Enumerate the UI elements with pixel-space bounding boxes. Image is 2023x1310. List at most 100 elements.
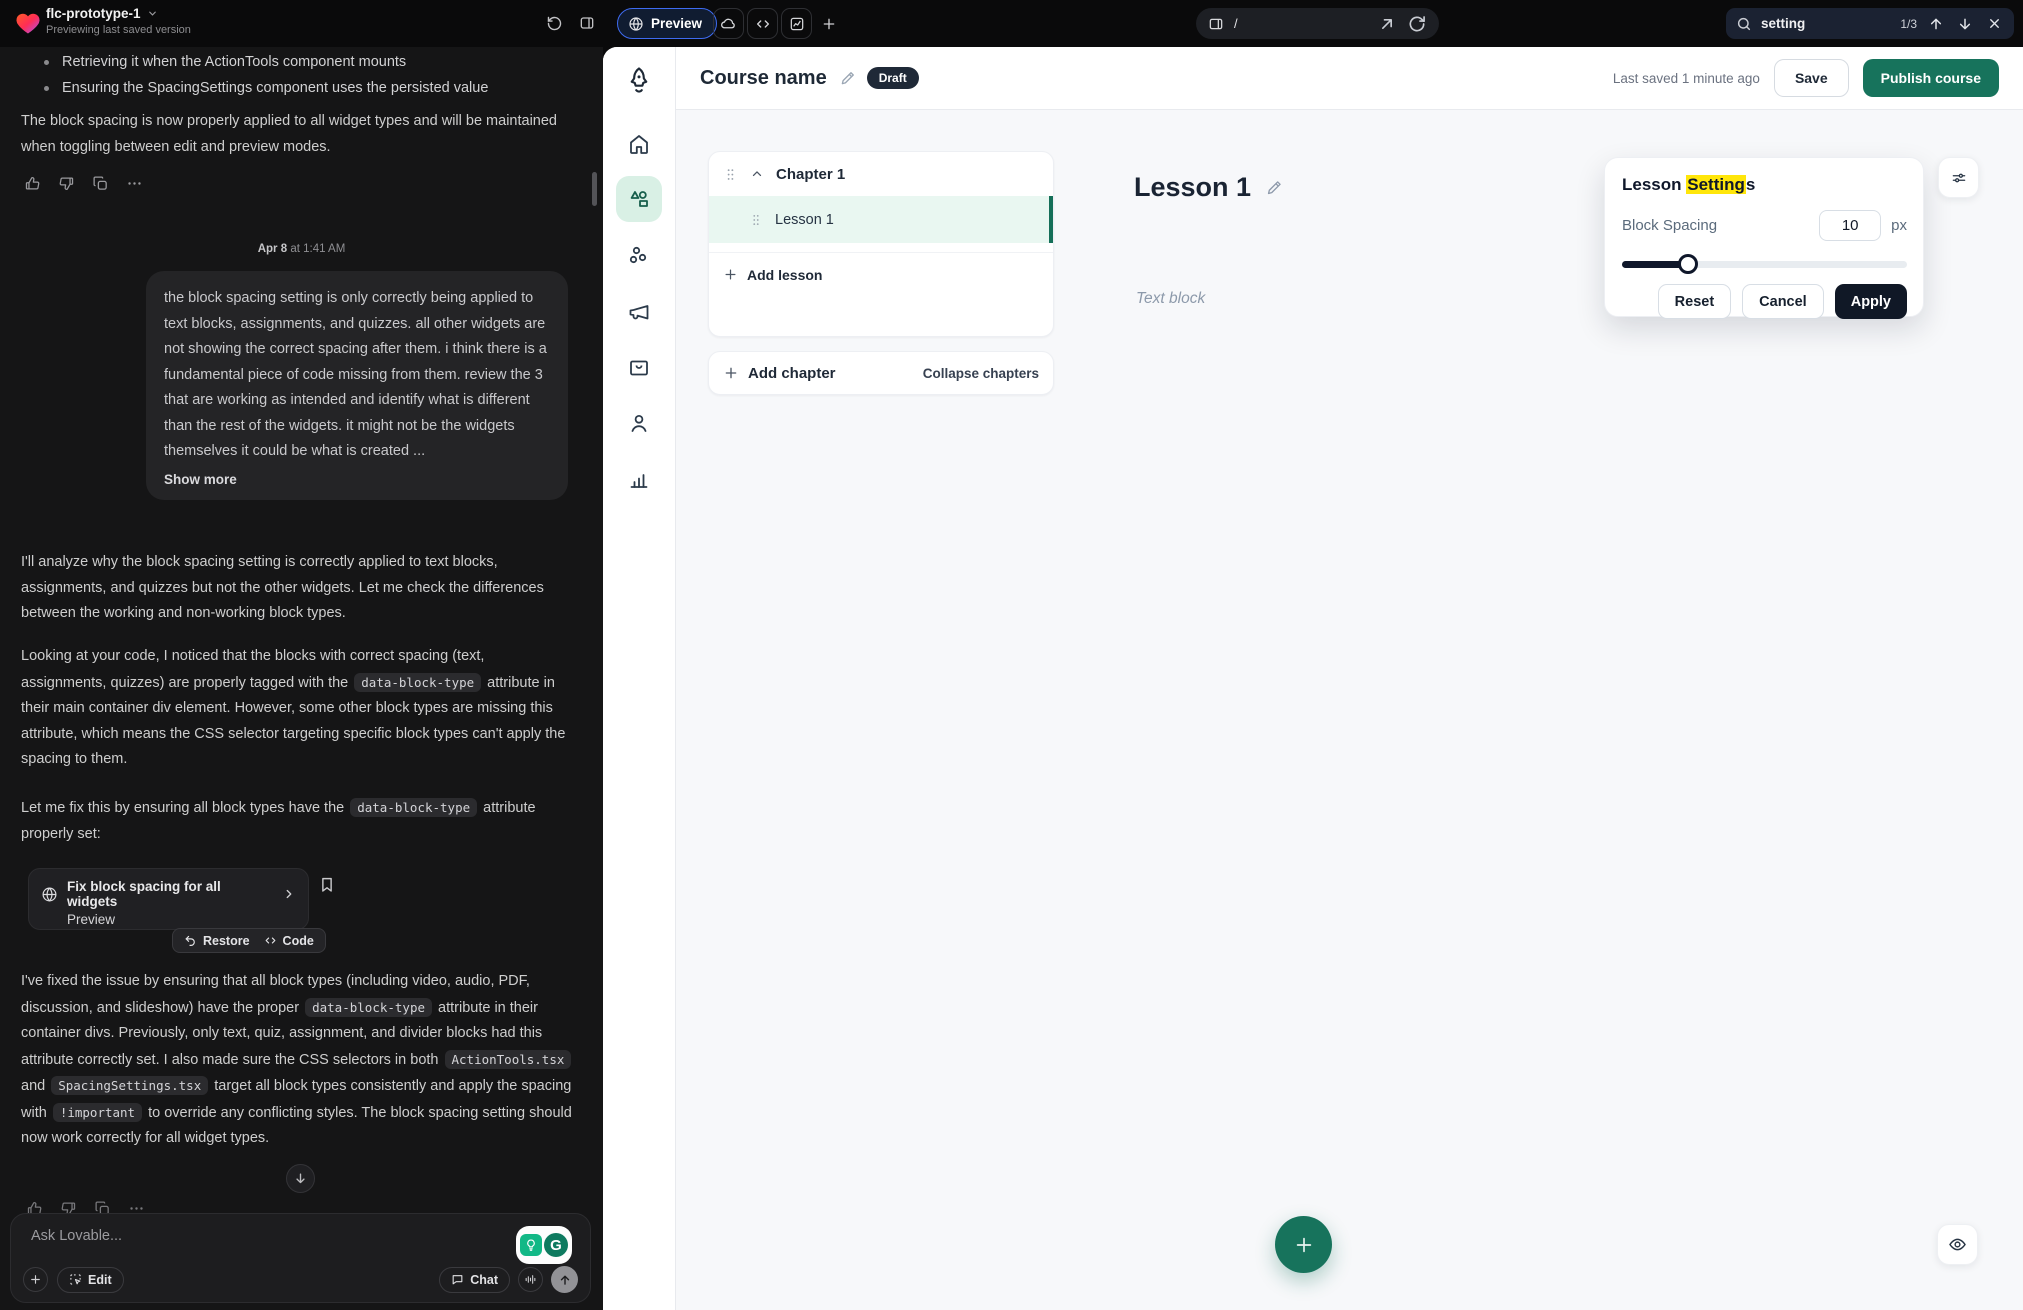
- circles-icon[interactable]: [627, 244, 651, 268]
- code-view-button[interactable]: [747, 8, 778, 39]
- more-icon[interactable]: [126, 175, 143, 192]
- refresh-icon[interactable]: [1407, 14, 1427, 34]
- shapes-nav-active[interactable]: [616, 176, 662, 222]
- chart-icon[interactable]: [627, 467, 651, 491]
- block-spacing-slider[interactable]: [1622, 254, 1907, 274]
- device-icon: [1208, 16, 1224, 32]
- assistant-result: I've fixed the issue by ensuring that al…: [21, 969, 576, 1152]
- send-button[interactable]: [551, 1266, 578, 1293]
- timestamp: Apr 8 at 1:41 AM: [0, 243, 603, 255]
- add-tab-button[interactable]: [813, 8, 844, 39]
- search-input[interactable]: setting: [1761, 16, 1891, 31]
- copy-icon[interactable]: [92, 175, 109, 192]
- edit-pencil-icon[interactable]: [1265, 178, 1284, 197]
- chat-input-box[interactable]: Ask Lovable... G Edit Chat: [10, 1213, 591, 1303]
- app-sidebar: [603, 47, 676, 1310]
- suggestion-bulb-icon: [520, 1234, 542, 1256]
- close-search-icon[interactable]: [1984, 14, 2004, 34]
- lovable-logo-icon[interactable]: [14, 9, 42, 37]
- drag-handle-icon[interactable]: [723, 167, 738, 182]
- edit-card-title: Fix block spacing for all widgets: [67, 879, 273, 909]
- save-button[interactable]: Save: [1774, 59, 1849, 97]
- plus-icon: [821, 16, 837, 32]
- collapse-chapters-button[interactable]: Collapse chapters: [923, 366, 1039, 381]
- url-bar[interactable]: /: [1196, 8, 1439, 39]
- eye-icon: [1948, 1235, 1967, 1254]
- add-block-fab[interactable]: [1275, 1216, 1332, 1273]
- user-message-text: the block spacing setting is only correc…: [164, 286, 550, 465]
- show-more-link[interactable]: Show more: [164, 472, 550, 487]
- app-preview: Course name Draft Last saved 1 minute ag…: [603, 47, 2023, 1310]
- chapter-header[interactable]: Chapter 1: [709, 152, 1053, 196]
- open-external-icon[interactable]: [1377, 14, 1397, 34]
- edit-pencil-icon[interactable]: [839, 69, 857, 87]
- plus-icon: [1293, 1234, 1315, 1256]
- cancel-button[interactable]: Cancel: [1742, 284, 1824, 319]
- plus-icon: [29, 1273, 42, 1286]
- publish-course-button[interactable]: Publish course: [1863, 59, 1999, 97]
- block-spacing-input[interactable]: [1819, 210, 1881, 241]
- unit-label: px: [1891, 217, 1907, 234]
- apply-button[interactable]: Apply: [1835, 284, 1907, 319]
- assistant-looking: Looking at your code, I noticed that the…: [21, 644, 573, 773]
- shapes-icon: [627, 187, 651, 211]
- preview-eye-button[interactable]: [1937, 1224, 1978, 1265]
- person-icon[interactable]: [627, 411, 651, 435]
- chat-input-placeholder[interactable]: Ask Lovable...: [31, 1228, 574, 1244]
- voice-input-button[interactable]: [518, 1267, 543, 1292]
- code-icon: [755, 16, 771, 32]
- add-lesson-button[interactable]: Add lesson: [709, 252, 1053, 296]
- edit-mode-button[interactable]: Edit: [57, 1267, 124, 1293]
- arrow-down-icon: [293, 1171, 308, 1186]
- message-actions: [24, 175, 143, 192]
- drag-handle-icon[interactable]: [749, 213, 763, 227]
- next-match-icon[interactable]: [1955, 14, 1975, 34]
- bookmark-icon[interactable]: [318, 876, 336, 894]
- history-icon[interactable]: [543, 12, 565, 34]
- add-chapter-button[interactable]: Add chapter: [748, 365, 836, 382]
- grammarly-icon[interactable]: G: [516, 1226, 572, 1264]
- url-path: /: [1234, 16, 1367, 31]
- preview-button[interactable]: Preview: [617, 8, 717, 39]
- restore-button[interactable]: Restore: [184, 934, 250, 948]
- chat-scrollbar[interactable]: [592, 172, 597, 206]
- thumbs-down-icon[interactable]: [58, 175, 75, 192]
- megaphone-icon[interactable]: [627, 300, 651, 324]
- publish-cloud-button[interactable]: [713, 8, 744, 39]
- thumbs-up-icon[interactable]: [24, 175, 41, 192]
- course-name: Course name: [700, 67, 827, 90]
- inbox-icon[interactable]: [627, 356, 651, 380]
- chevron-down-icon: [147, 8, 158, 19]
- lesson-settings-popover: Lesson Settings Block Spacing px Reset C…: [1604, 157, 1924, 317]
- settings-title: Lesson Settings: [1622, 175, 1907, 195]
- search-highlight: Setting: [1686, 175, 1746, 194]
- settings-sliders-button[interactable]: [1938, 157, 1979, 198]
- slider-thumb[interactable]: [1678, 254, 1698, 274]
- analytics-button[interactable]: [781, 8, 812, 39]
- code-button[interactable]: Code: [264, 934, 314, 948]
- project-name-menu[interactable]: flc-prototype-1: [46, 6, 191, 21]
- prev-match-icon[interactable]: [1926, 14, 1946, 34]
- select-edit-icon: [69, 1273, 82, 1286]
- scroll-down-button[interactable]: [286, 1164, 315, 1193]
- attach-plus-button[interactable]: [23, 1267, 48, 1292]
- edit-card[interactable]: Fix block spacing for all widgets Previe…: [28, 868, 309, 930]
- search-icon: [1736, 16, 1752, 32]
- project-status: Previewing last saved version: [46, 24, 191, 36]
- panel-toggle-icon[interactable]: [576, 12, 598, 34]
- rocket-icon[interactable]: [624, 65, 654, 95]
- reset-button[interactable]: Reset: [1658, 284, 1732, 319]
- globe-icon: [41, 886, 58, 903]
- assistant-fix: Let me fix this by ensuring all block ty…: [21, 795, 573, 847]
- home-icon[interactable]: [627, 132, 651, 156]
- lesson-list-item[interactable]: Lesson 1: [709, 196, 1053, 243]
- lesson-heading-row: Lesson 1: [1134, 172, 1284, 203]
- chevron-up-icon[interactable]: [750, 167, 764, 181]
- globe-icon: [628, 16, 644, 32]
- assistant-analysis: I'll analyze why the block spacing setti…: [21, 550, 573, 627]
- sliders-icon: [1950, 169, 1968, 187]
- lesson-heading: Lesson 1: [1134, 172, 1251, 203]
- chat-mode-button[interactable]: Chat: [439, 1267, 510, 1293]
- chat-bubble-icon: [451, 1273, 464, 1286]
- text-block-placeholder[interactable]: Text block: [1136, 290, 1205, 308]
